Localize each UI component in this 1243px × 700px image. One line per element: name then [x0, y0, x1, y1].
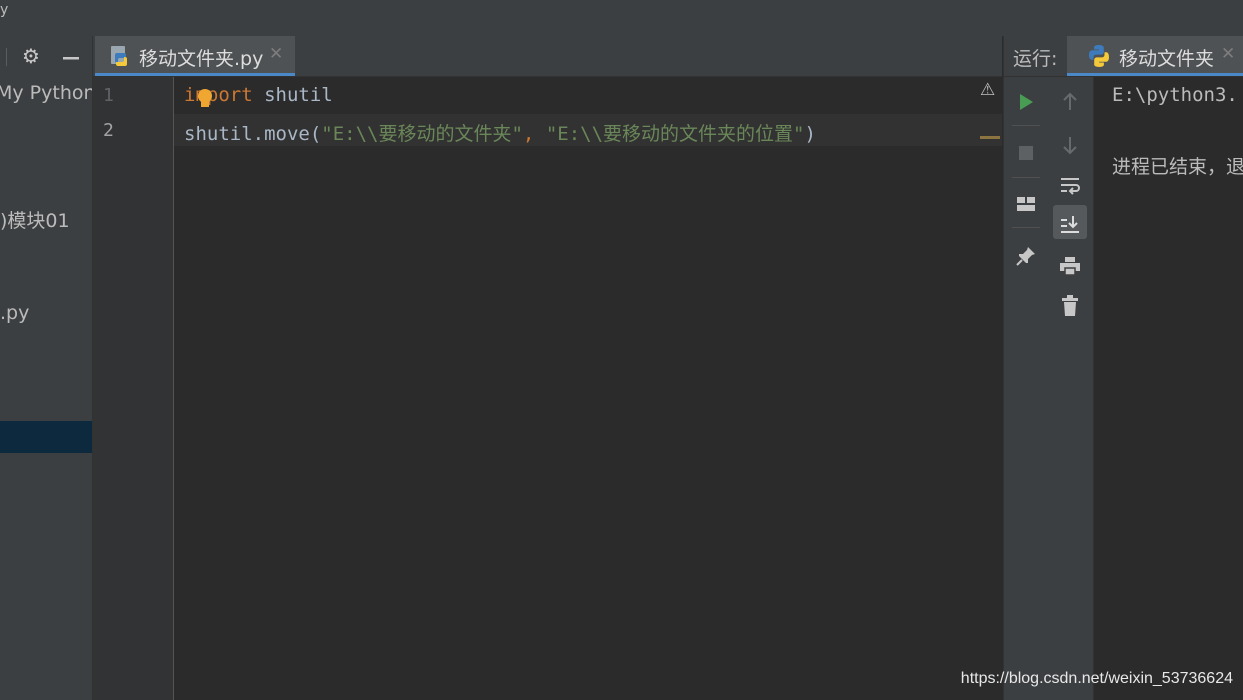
watermark: https://blog.csdn.net/weixin_53736624: [960, 670, 1233, 687]
run-tab-label: 移动文件夹: [1119, 48, 1215, 70]
trash-icon: [1062, 294, 1078, 316]
soft-wrap-icon: [1061, 177, 1080, 195]
project-toolbar: ⚙: [0, 36, 92, 76]
console-line: 进程已结束，退: [1112, 156, 1243, 178]
line-number: 1: [103, 85, 114, 106]
project-panel: ⚙ My Python )模块01 .py: [0, 36, 93, 700]
lightbulb-icon[interactable]: [198, 89, 212, 103]
keyword-import: import: [184, 84, 253, 106]
minimize-icon[interactable]: [58, 36, 84, 76]
tree-item-selected[interactable]: [0, 421, 92, 453]
rerun-button[interactable]: [1009, 83, 1043, 117]
function-call: shutil.move(: [184, 123, 322, 145]
run-tab-move-folder[interactable]: 移动文件夹 ✕: [1067, 36, 1243, 76]
arrow-down-icon: [1063, 136, 1077, 154]
tab-move-folder-py[interactable]: 移动文件夹.py ✕: [95, 36, 295, 76]
arrow-up-icon: [1063, 92, 1077, 110]
pin-icon: [1016, 246, 1035, 266]
code-editor[interactable]: import shutil shutil.move("E:\\要移动的文件夹",…: [174, 77, 1002, 700]
tree-item-file[interactable]: .py: [0, 302, 29, 324]
module-name: shutil: [252, 84, 333, 106]
run-panel-title: 运行:: [1013, 48, 1058, 70]
down-button[interactable]: [1053, 126, 1087, 160]
title-fragment: y: [0, 2, 9, 18]
python-file-icon: [111, 46, 127, 66]
toolbar-divider: [1012, 227, 1040, 228]
string-arg-source: "E:\\要移动的文件夹": [321, 123, 523, 145]
run-panel-header: 运行: 移动文件夹 ✕: [1003, 36, 1243, 77]
comma: ,: [522, 123, 546, 145]
string-arg-destination: "E:\\要移动的文件夹的位置": [545, 123, 805, 145]
python-icon: [1089, 45, 1109, 67]
gear-icon[interactable]: ⚙: [18, 36, 44, 76]
tab-label: 移动文件夹.py: [139, 48, 264, 70]
code-line-2: shutil.move("E:\\要移动的文件夹", "E:\\要移动的文件夹的…: [184, 119, 816, 146]
run-console[interactable]: E:\python3. 进程已结束，退: [1094, 77, 1243, 700]
toolbar-divider: [6, 48, 7, 66]
toolbar-divider: [1012, 177, 1040, 178]
toolbar-divider: [1012, 125, 1040, 126]
up-button[interactable]: [1053, 83, 1087, 117]
lightbulb-base: [201, 102, 209, 107]
scroll-to-end-button[interactable]: [1053, 205, 1087, 239]
line-number-current: 2: [103, 120, 114, 141]
tree-item-project[interactable]: My Python: [0, 82, 92, 104]
pin-button[interactable]: [1009, 237, 1043, 271]
layout-icon: [1017, 196, 1035, 211]
run-toolbar-primary: [1003, 77, 1049, 700]
scroll-end-icon: [1061, 215, 1079, 233]
close-paren: ): [804, 123, 816, 145]
stop-icon: [1019, 145, 1033, 160]
stop-button[interactable]: [1009, 134, 1043, 168]
tree-item-module[interactable]: )模块01: [0, 206, 70, 233]
editor-tab-bar: 移动文件夹.py ✕: [93, 36, 1002, 77]
warning-icon[interactable]: ⚠: [980, 80, 995, 100]
run-toolbar-secondary: [1048, 77, 1094, 700]
printer-icon: [1060, 256, 1080, 276]
clear-button[interactable]: [1053, 287, 1087, 321]
title-bar: y: [0, 0, 1243, 37]
print-button[interactable]: [1053, 247, 1087, 281]
soft-wrap-button[interactable]: [1053, 166, 1087, 200]
close-icon[interactable]: ✕: [269, 44, 283, 64]
layout-button[interactable]: [1009, 185, 1043, 219]
line-number-gutter: 1 2: [93, 77, 174, 700]
play-icon: [1020, 93, 1033, 110]
error-stripe-marker[interactable]: [980, 136, 1000, 139]
close-icon[interactable]: ✕: [1221, 44, 1235, 64]
console-line: E:\python3.: [1112, 84, 1238, 106]
